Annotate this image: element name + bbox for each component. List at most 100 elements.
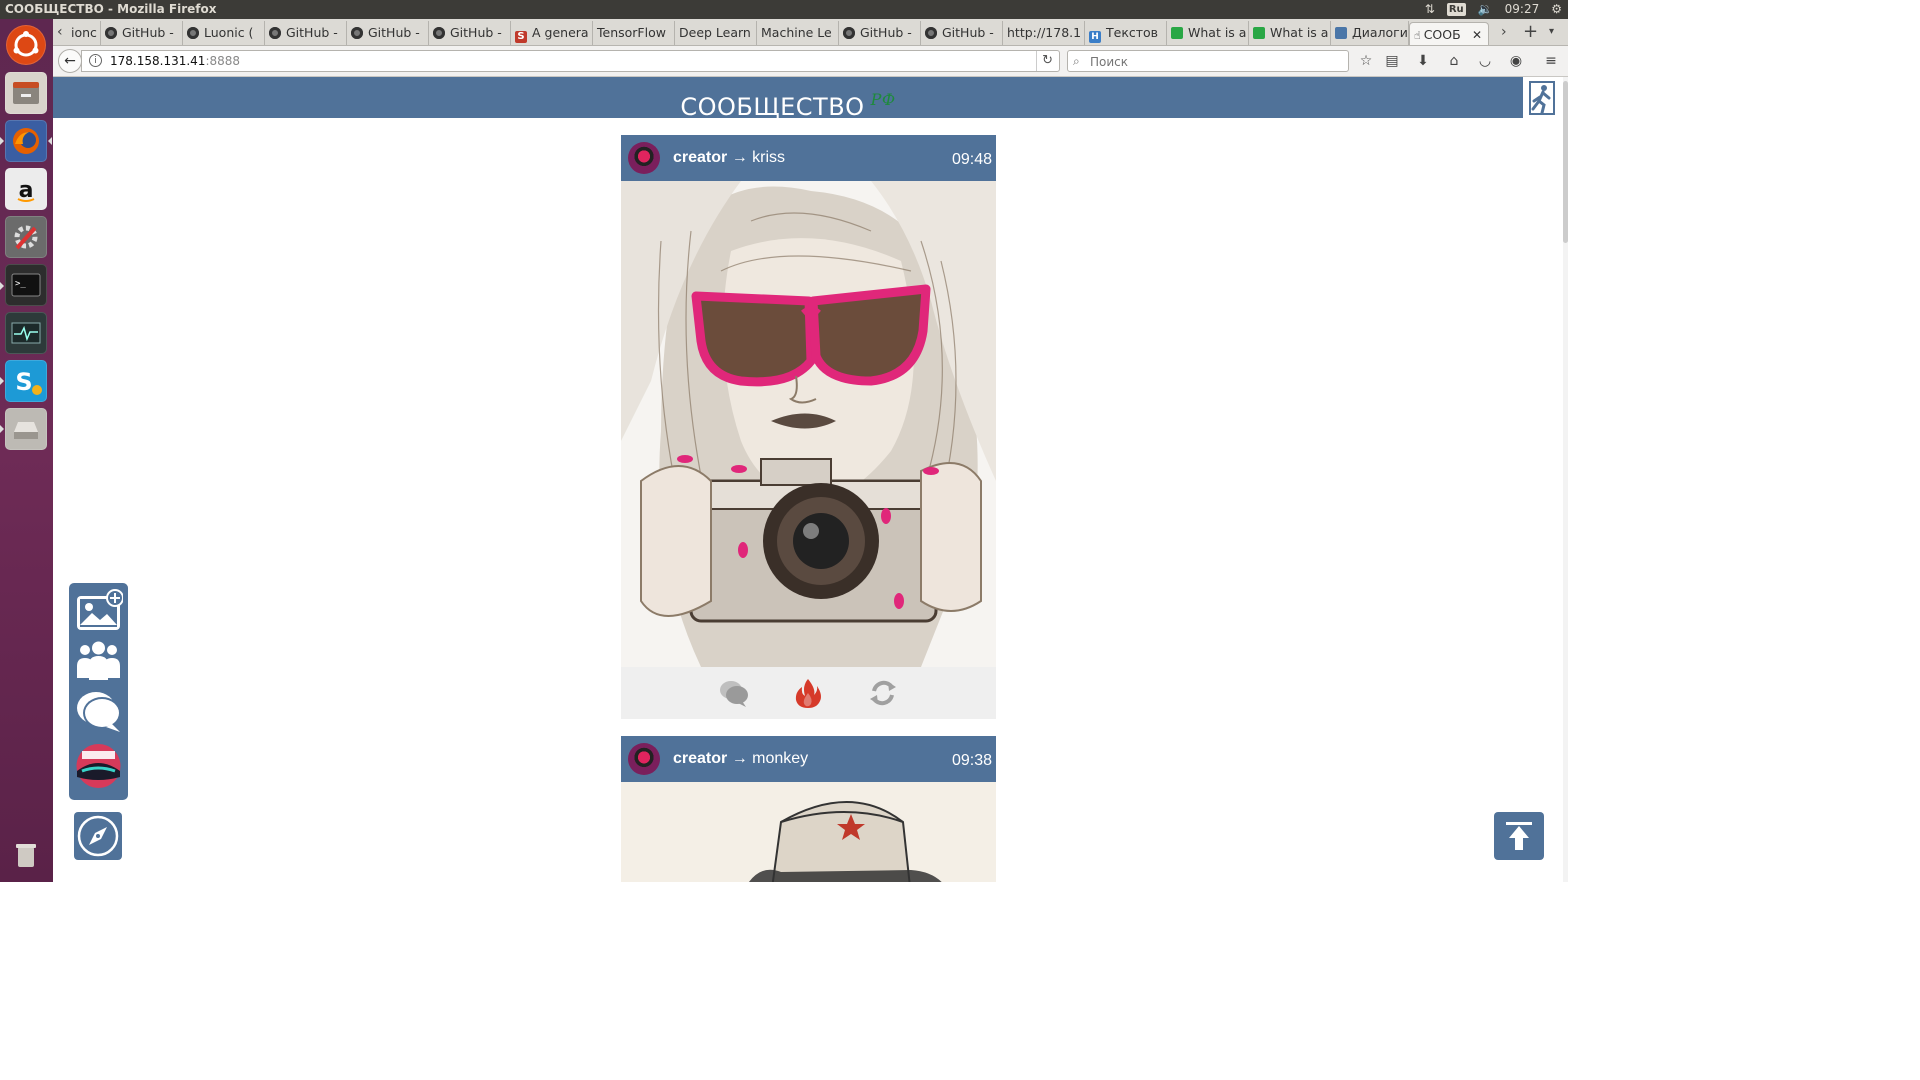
disk-drive-icon[interactable] <box>5 408 47 450</box>
site-title: СООБЩЕСТВО РФ <box>53 77 1523 130</box>
system-monitor-icon[interactable] <box>5 312 47 354</box>
url-text[interactable]: 178.158.131.41:8888 <box>110 51 240 71</box>
settings-gear-icon[interactable]: ⚙ <box>1551 0 1562 19</box>
reload-icon[interactable]: ↻ <box>1036 51 1053 71</box>
tab-label: СООБ <box>1423 27 1461 42</box>
close-tab-icon[interactable]: ✕ <box>1472 23 1482 45</box>
tab-16[interactable]: What is a <box>1249 21 1331 45</box>
post-time: 09:38 <box>951 752 992 769</box>
post-image[interactable] <box>621 181 996 667</box>
dialogs-button[interactable] <box>74 688 123 734</box>
tab-1[interactable]: ionc <box>67 21 101 45</box>
post-author[interactable]: creator <box>673 149 727 166</box>
tab-12[interactable]: GitHub - <box>921 21 1003 45</box>
tab-10[interactable]: Machine Le <box>757 21 839 45</box>
vk-icon <box>1335 27 1347 39</box>
firefox-icon[interactable] <box>5 120 47 162</box>
h-icon: H <box>1089 31 1101 43</box>
tab-13[interactable]: http://178.1 <box>1003 21 1085 45</box>
tab-8[interactable]: TensorFlow <box>593 21 675 45</box>
tab-label: GitHub - <box>450 25 502 40</box>
tab-label: Текстов <box>1106 25 1159 40</box>
tab-3[interactable]: Luonic ( <box>183 21 265 45</box>
search-icon: ⌕ <box>1073 54 1080 68</box>
exit-button[interactable] <box>1524 79 1560 117</box>
menu-hamburger-icon[interactable]: ≡ <box>1542 52 1560 70</box>
post-card: creator → kriss 09:48 <box>621 135 996 719</box>
profile-avatar-button[interactable] <box>74 743 123 789</box>
volume-icon[interactable]: 🔉 <box>1478 0 1493 19</box>
home-icon[interactable]: ⌂ <box>1445 52 1463 70</box>
site-info-icon[interactable]: i <box>89 54 102 67</box>
community-button[interactable] <box>74 638 123 684</box>
svg-text:>_: >_ <box>15 279 26 289</box>
ubuntu-dash-icon[interactable] <box>6 25 46 65</box>
tab-label: A genera <box>532 25 589 40</box>
chat-icon <box>77 692 121 732</box>
pocket-icon[interactable]: ◡ <box>1476 52 1494 70</box>
scroll-to-top-button[interactable] <box>1494 812 1544 860</box>
tab-11[interactable]: GitHub - <box>839 21 921 45</box>
scrollbar-thumb[interactable] <box>1563 81 1568 243</box>
tab-label: TensorFlow <box>597 25 666 40</box>
download-icon[interactable]: ⬇ <box>1414 52 1432 70</box>
tab-active[interactable]: ☝ СООБ ✕ <box>1409 22 1489 45</box>
repost-button[interactable] <box>867 677 899 709</box>
avatar[interactable] <box>628 142 660 174</box>
clock[interactable]: 09:27 <box>1505 0 1540 19</box>
bookmarks-list-icon[interactable]: ▤ <box>1383 52 1401 70</box>
extension-icon[interactable]: ◉ <box>1507 52 1525 70</box>
tab-label: http://178.1 <box>1007 25 1082 40</box>
trash-icon[interactable] <box>5 833 47 875</box>
like-fire-button[interactable] <box>792 677 824 709</box>
tab-list-chevron-down-icon[interactable]: ▾ <box>1549 21 1554 43</box>
explore-button[interactable] <box>74 812 122 860</box>
post-image[interactable] <box>621 782 996 882</box>
tab-scroll-right-icon[interactable]: › <box>1501 21 1507 43</box>
unity-launcher: a >_ S <box>0 19 53 882</box>
avatar[interactable] <box>628 743 660 775</box>
github-icon <box>351 27 363 39</box>
post-recipient[interactable]: monkey <box>752 750 808 767</box>
system-settings-icon[interactable] <box>5 216 47 258</box>
repost-arrows-icon <box>870 680 896 706</box>
github-icon <box>843 27 855 39</box>
url-host: 178.158.131.41 <box>110 54 206 68</box>
tab-15[interactable]: What is a <box>1167 21 1249 45</box>
post-author[interactable]: creator <box>673 750 727 767</box>
tab-label: GitHub - <box>122 25 174 40</box>
new-tab-icon[interactable]: + <box>1523 21 1538 43</box>
bookmark-star-icon[interactable]: ☆ <box>1357 52 1375 70</box>
tab-9[interactable]: Deep Learn <box>675 21 757 45</box>
s-icon: S <box>515 31 527 43</box>
tab-4[interactable]: GitHub - <box>265 21 347 45</box>
add-image-button[interactable] <box>74 589 124 635</box>
search-input[interactable] <box>1088 52 1342 72</box>
files-icon[interactable] <box>5 72 47 114</box>
web-page: СООБЩЕСТВО РФ creator → kriss 09:48 crea… <box>53 77 1568 882</box>
skype-icon[interactable]: S <box>5 360 47 402</box>
tab-label: GitHub - <box>860 25 912 40</box>
site-header: СООБЩЕСТВО РФ <box>53 77 1523 121</box>
search-bar[interactable]: ⌕ <box>1067 50 1349 72</box>
back-button[interactable]: ← <box>58 49 82 73</box>
hand-icon: ☝ <box>1414 29 1421 42</box>
comments-button[interactable] <box>718 677 750 709</box>
tab-14[interactable]: H Текстов <box>1085 21 1167 45</box>
post-recipient[interactable]: kriss <box>752 149 785 166</box>
tab-7[interactable]: S A genera <box>511 21 593 45</box>
tab-5[interactable]: GitHub - <box>347 21 429 45</box>
tab-6[interactable]: GitHub - <box>429 21 511 45</box>
github-icon <box>433 27 445 39</box>
tab-scroll-left-icon[interactable]: ‹ <box>57 21 63 43</box>
terminal-icon[interactable]: >_ <box>5 264 47 306</box>
tab-2[interactable]: GitHub - <box>101 21 183 45</box>
network-icon[interactable]: ⇅ <box>1425 0 1435 19</box>
side-menu <box>69 583 128 800</box>
post-image-drawing <box>621 181 996 667</box>
tab-17[interactable]: Диалоги <box>1331 21 1409 45</box>
amazon-icon[interactable]: a <box>5 168 47 210</box>
url-bar[interactable]: i 178.158.131.41:8888 ↻ <box>81 50 1060 72</box>
keyboard-layout-indicator[interactable]: Ru <box>1446 3 1466 16</box>
tab-label: Luonic ( <box>204 25 254 40</box>
